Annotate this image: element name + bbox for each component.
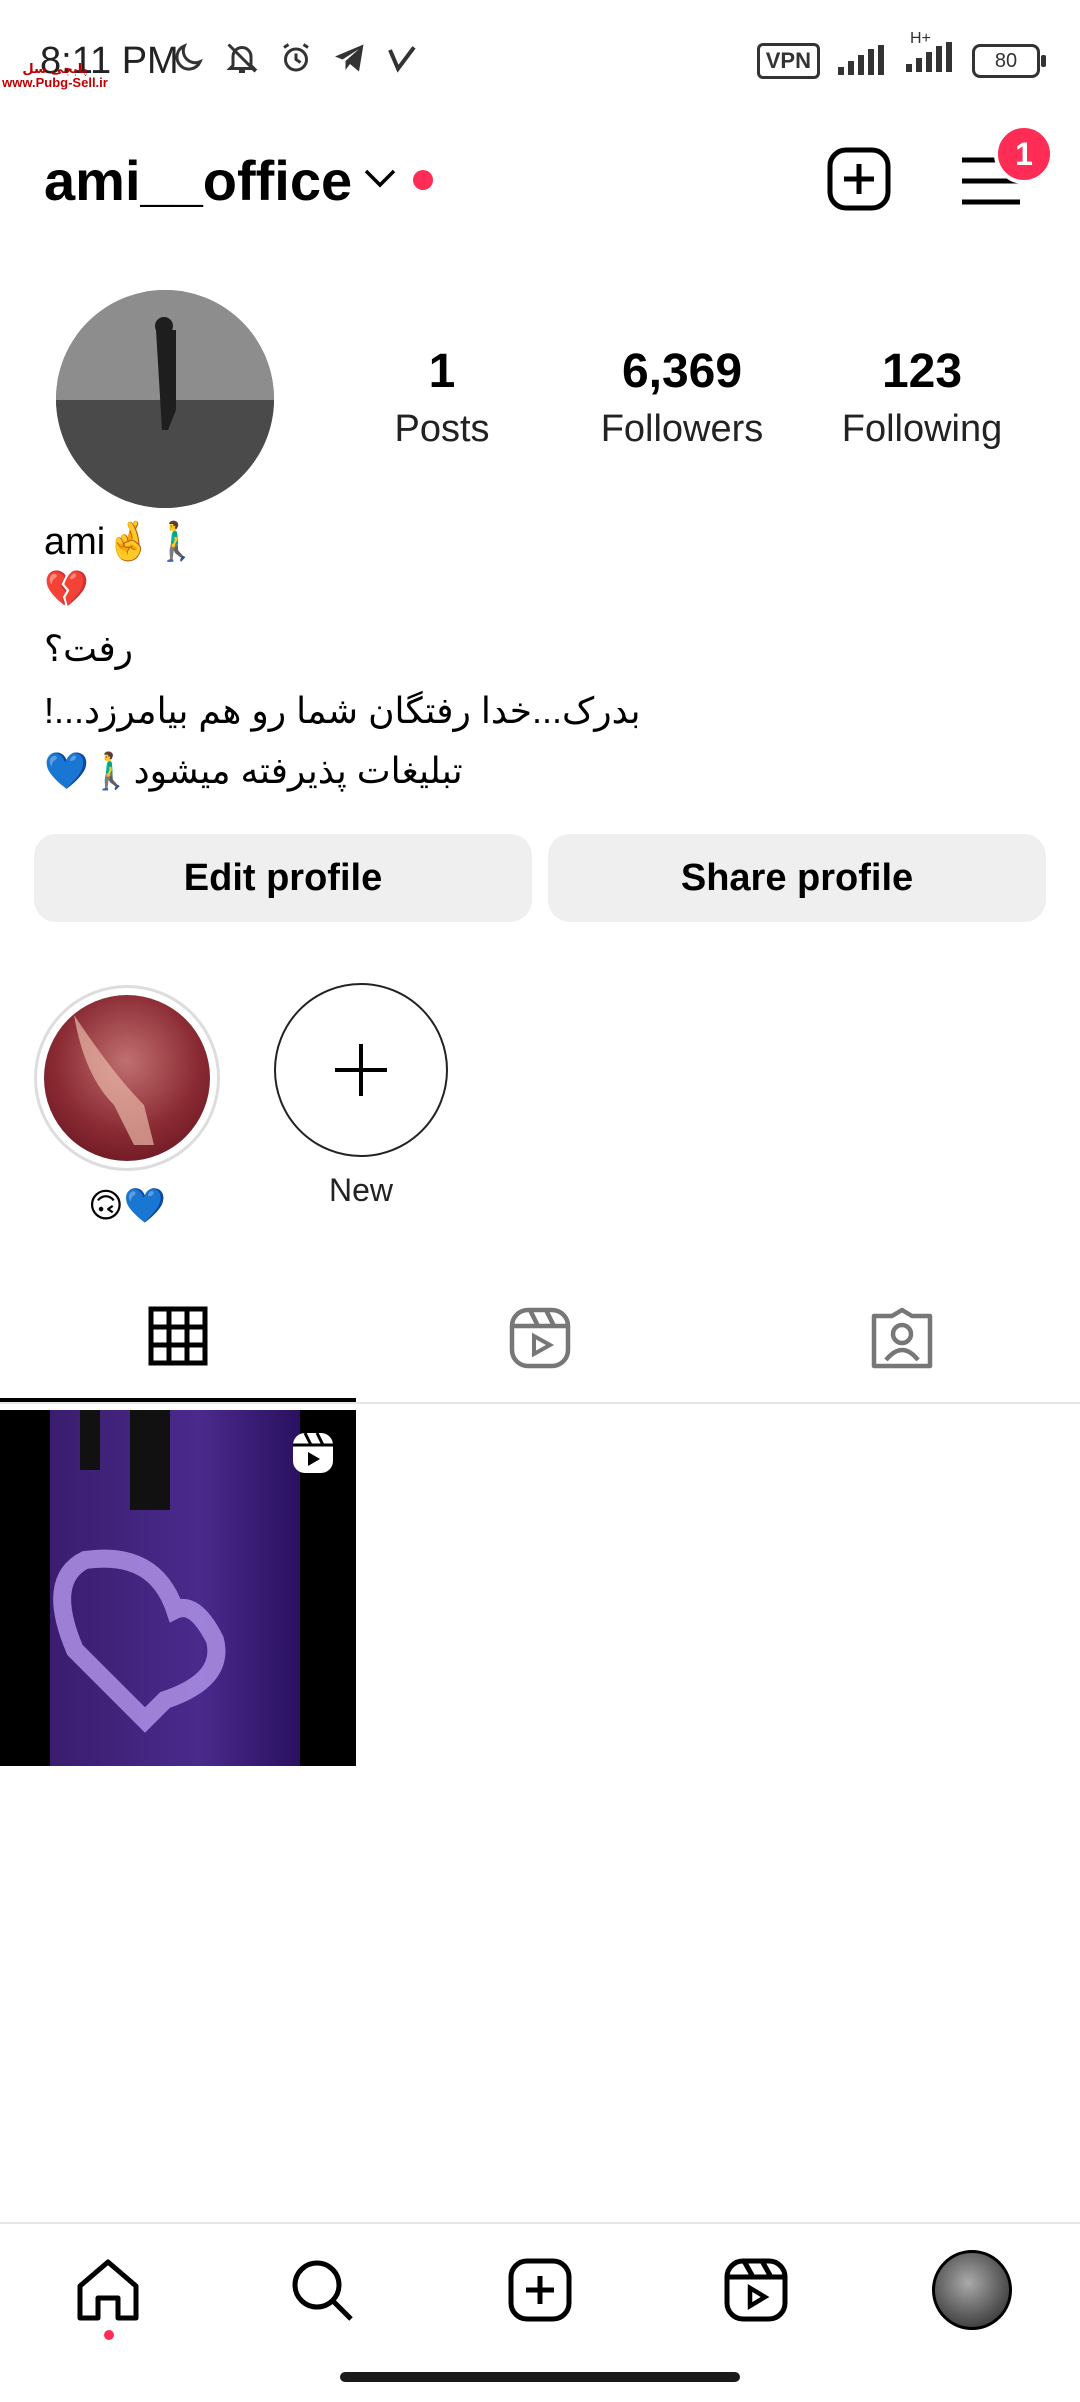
create-post-icon[interactable] (826, 146, 892, 212)
status-icons (170, 40, 418, 76)
reel-badge-icon (293, 1432, 333, 1473)
bio-line: بدرک...خدا رفتگان شما رو هم بیامرزد...! (44, 690, 641, 731)
telegram-icon (335, 44, 364, 72)
status-bar: 8:11 PM پابجی سل www.Pubg-Sell.ir VPN H+… (0, 0, 1080, 130)
avatar-photo (56, 290, 274, 508)
check-app-icon (388, 46, 416, 73)
home-indicator[interactable] (340, 2372, 740, 2382)
grid-icon[interactable] (148, 1306, 208, 1366)
new-highlight-button[interactable] (274, 983, 448, 1157)
status-right: VPN H+ 80 (756, 30, 1046, 79)
create-icon[interactable] (506, 2256, 574, 2324)
new-activity-dot (413, 170, 433, 190)
reels-icon[interactable] (722, 2256, 790, 2324)
edit-profile-button[interactable]: Edit profile (34, 834, 532, 922)
watermark: پابجی سل www.Pubg-Sell.ir (2, 61, 108, 90)
plus-icon (335, 1044, 387, 1096)
search-icon[interactable] (288, 2256, 356, 2324)
tagged-tab-icon[interactable] (870, 1306, 934, 1370)
new-highlight-label: New (328, 1172, 393, 1208)
active-tab-indicator (0, 1398, 356, 1402)
bio-line: تبلیغات پذیرفته میشود🚶‍♂️💙 (44, 750, 463, 791)
followers-stat[interactable]: 6,369 Followers (562, 342, 802, 454)
profile-avatar[interactable] (56, 290, 274, 508)
story-highlight-cover[interactable] (44, 995, 210, 1161)
moon-icon (175, 43, 203, 71)
home-icon[interactable] (74, 2256, 142, 2324)
share-profile-button[interactable]: Share profile (548, 834, 1046, 922)
vpn-badge: VPN (756, 42, 820, 79)
signal-icon (838, 44, 884, 75)
story-highlight-label: 🙃💙 (88, 1187, 166, 1225)
reels-tab-icon[interactable] (508, 1306, 572, 1370)
bio-line: رفت؟ (44, 628, 134, 669)
notification-badge: 1 (994, 124, 1054, 184)
bell-muted-icon (226, 43, 258, 73)
home-active-dot (104, 2330, 114, 2340)
profile-nav-avatar[interactable] (932, 2250, 1012, 2330)
username-switcher[interactable]: ami__office (44, 148, 352, 213)
alarm-icon (283, 43, 309, 72)
bio-line: 💔 (44, 568, 89, 609)
following-stat[interactable]: 123 Following (802, 342, 1042, 454)
profile-name: ami🤞🚶‍♂️ (44, 521, 200, 563)
battery-icon: 80 (972, 43, 1046, 78)
posts-stat[interactable]: 1 Posts (322, 342, 562, 454)
chevron-down-icon[interactable] (362, 165, 398, 193)
signal-hplus: H+ (904, 30, 956, 79)
